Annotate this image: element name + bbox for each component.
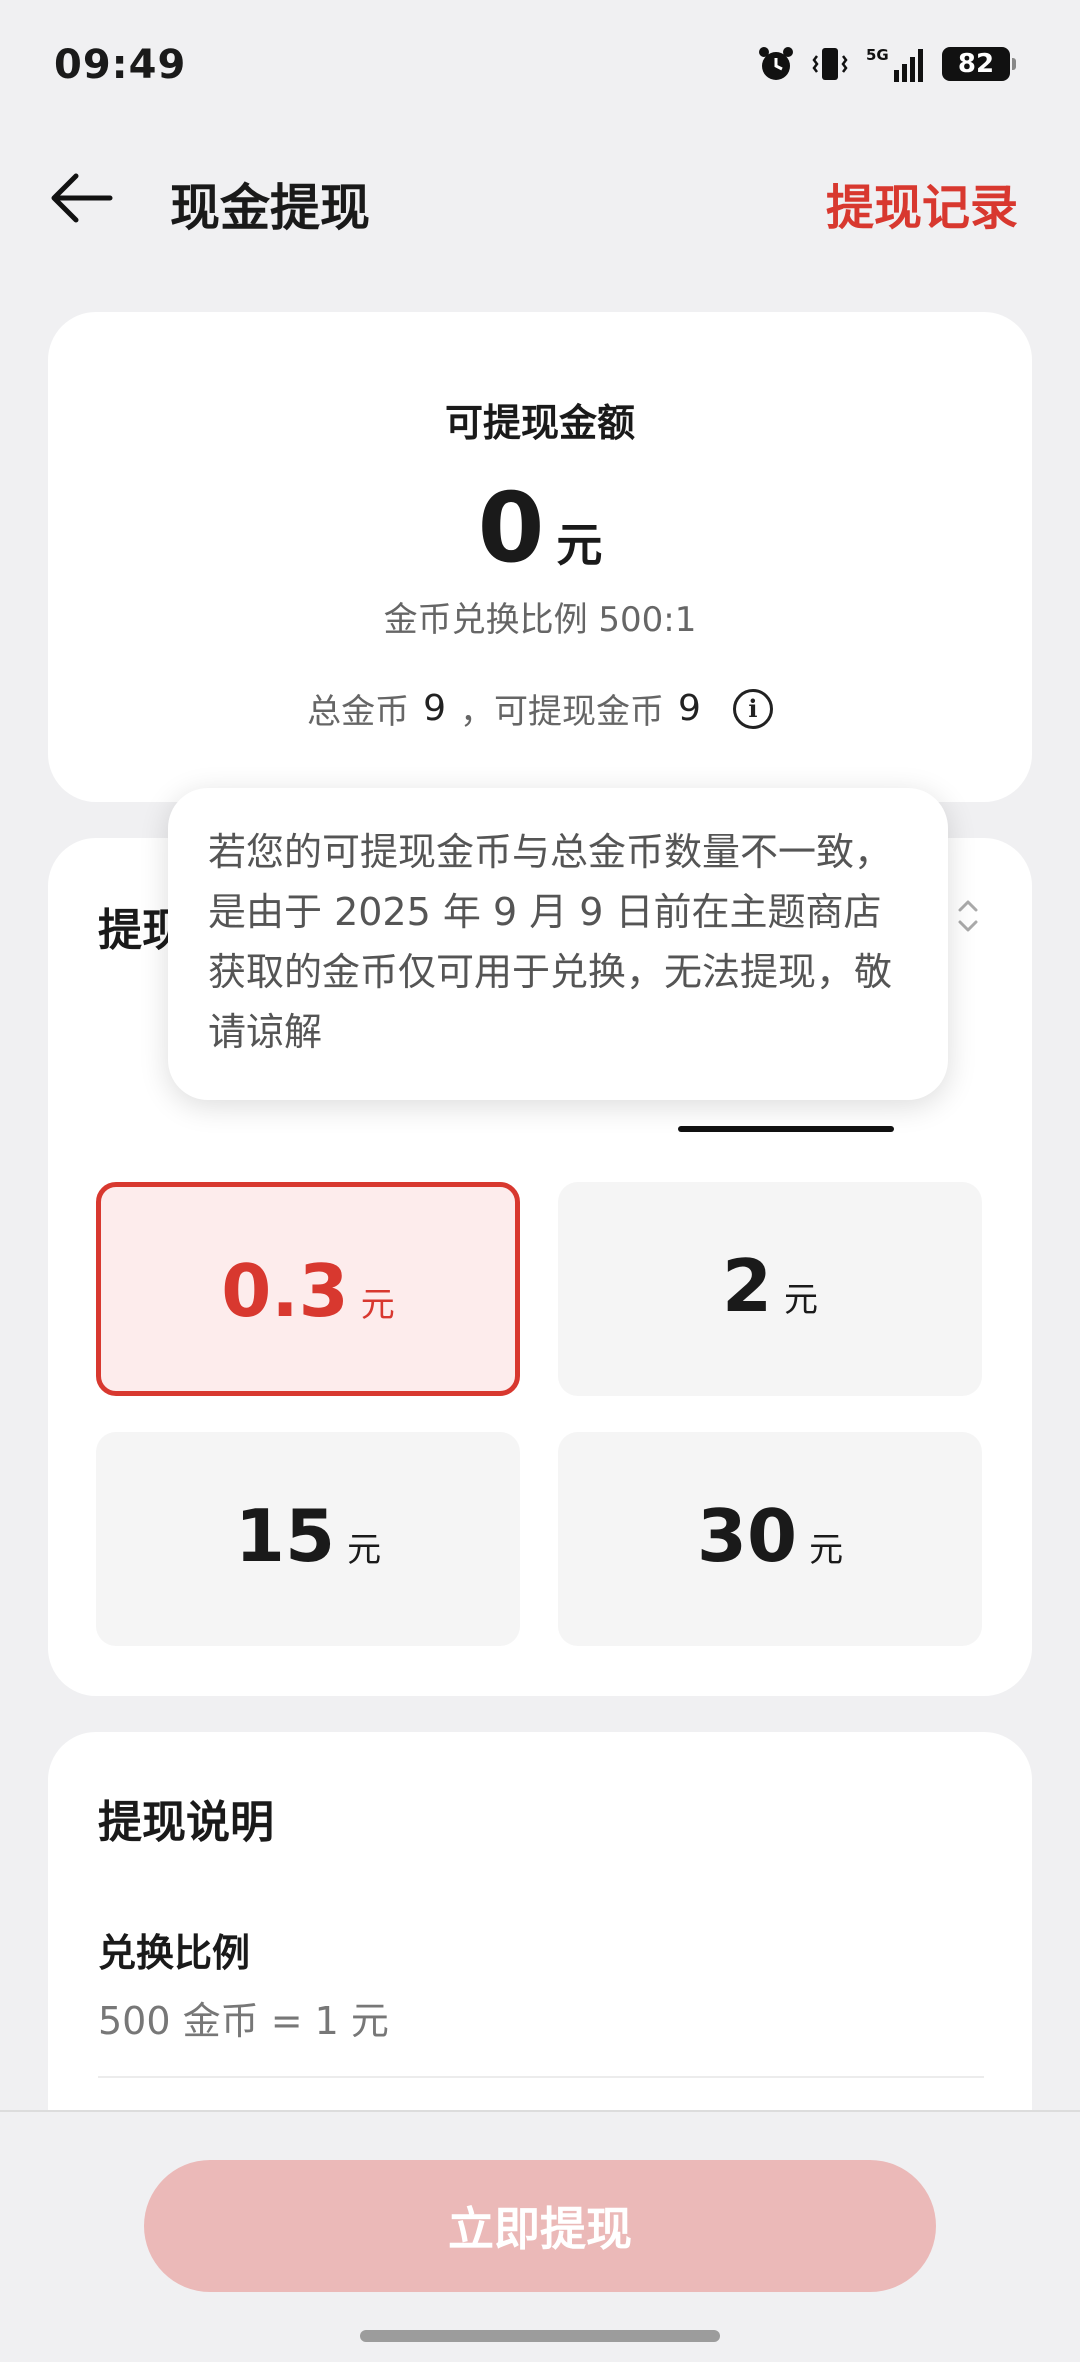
option-unit: 元 <box>809 1530 844 1570</box>
tooltip-arrow <box>726 764 778 790</box>
total-coins-label: 总金币 <box>307 692 410 732</box>
sort-chevron-icon[interactable] <box>956 896 980 936</box>
signal-5g-icon: 5G <box>866 46 923 82</box>
coins-summary: 总金币 9 ， 可提现金币 9 i <box>48 684 1032 733</box>
alarm-icon <box>759 47 793 80</box>
option-unit: 元 <box>784 1280 819 1320</box>
option-amount: 0.3 <box>221 1249 349 1333</box>
instructions-title: 提现说明 <box>98 1797 274 1848</box>
option-amount: 15 <box>234 1494 336 1578</box>
instruction-item-label: 兑换比例 <box>98 1931 251 1975</box>
status-icons: 5G 82 <box>756 44 1016 84</box>
divider <box>98 2076 984 2078</box>
amount-option-0-3[interactable]: 0.3 元 <box>96 1182 520 1396</box>
amount-unit: 元 <box>556 518 603 572</box>
coins-info-tooltip: 若您的可提现金币与总金币数量不一致，是由于 2025 年 9 月 9 日前在主题… <box>168 788 948 1100</box>
option-amount: 2 <box>721 1244 773 1328</box>
back-button[interactable] <box>48 168 118 228</box>
amount-value: 0 <box>477 472 545 584</box>
option-unit: 元 <box>347 1530 382 1570</box>
withdrawable-amount-label: 可提现金额 <box>444 401 635 445</box>
vibrate-icon <box>812 48 848 80</box>
withdrawable-coins-value: 9 <box>678 688 701 729</box>
tab-indicator <box>678 1126 894 1132</box>
option-unit: 元 <box>360 1285 395 1325</box>
battery-level: 82 <box>957 49 995 79</box>
option-amount: 30 <box>696 1494 798 1578</box>
withdraw-records-link[interactable]: 提现记录 <box>826 168 1018 238</box>
withdrawable-amount: 0元 <box>48 472 1032 584</box>
bottom-action-bar: 立即提现 <box>0 2110 1080 2362</box>
withdraw-now-button[interactable]: 立即提现 <box>144 2160 936 2292</box>
exchange-ratio: 金币兑换比例 500:1 <box>383 600 697 640</box>
battery-icon: 82 <box>942 47 1016 81</box>
total-coins-value: 9 <box>423 688 446 729</box>
amount-option-2[interactable]: 2元 <box>558 1182 982 1396</box>
instruction-item-value: 500 金币 = 1 元 <box>98 1999 389 2043</box>
home-indicator[interactable] <box>360 2330 720 2342</box>
svg-text:5G: 5G <box>866 46 889 64</box>
amount-option-15[interactable]: 15 元 <box>96 1432 520 1646</box>
amount-option-30[interactable]: 30 元 <box>558 1432 982 1646</box>
withdrawable-coins-label: 可提现金币 <box>494 692 664 732</box>
coins-separator: ， <box>460 692 494 732</box>
info-icon[interactable]: i <box>732 688 773 729</box>
back-arrow-icon <box>51 173 113 223</box>
page-title: 现金提现 <box>170 179 370 237</box>
status-time: 09:49 <box>54 42 187 88</box>
balance-card: 可提现金额 0元 金币兑换比例 500:1 总金币 9 ， 可提现金币 9 i <box>48 312 1032 802</box>
